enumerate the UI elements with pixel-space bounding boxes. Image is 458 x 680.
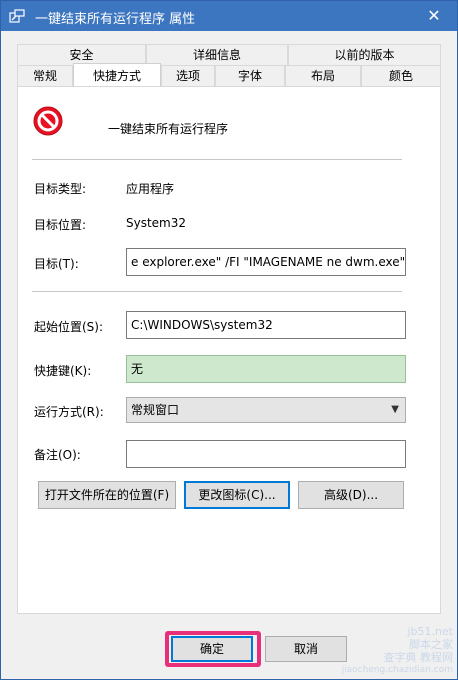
- tab-font[interactable]: 字体: [215, 65, 285, 86]
- window-title: 一键结束所有运行程序 属性: [35, 12, 196, 27]
- divider: [32, 159, 402, 160]
- close-button[interactable]: ✕: [417, 3, 451, 29]
- cancel-button[interactable]: 取消: [265, 636, 347, 662]
- properties-window: 一键结束所有运行程序 属性 ✕ 安全 详细信息 以前的版本 常规 快捷方式 选项…: [0, 0, 458, 680]
- target-type-value: 应用程序: [126, 182, 175, 196]
- title-bar[interactable]: 一键结束所有运行程序 属性 ✕: [1, 1, 457, 31]
- stop-icon: [33, 106, 63, 136]
- target-label: 目标(T):: [34, 257, 79, 271]
- change-icon-button[interactable]: 更改图标(C)...: [184, 481, 290, 509]
- watermark: jb51.net 脚本之家 查字典 教程网 jiaocheng.chazidia…: [342, 625, 453, 677]
- chevron-down-icon: ▼: [391, 404, 399, 415]
- highlight-box: [165, 631, 261, 667]
- tab-row-bottom: 常规 快捷方式 选项 字体 布局 颜色: [17, 63, 441, 86]
- hotkey-input[interactable]: 无: [126, 355, 406, 383]
- tab-details[interactable]: 详细信息: [146, 44, 288, 65]
- tab-colors[interactable]: 颜色: [361, 65, 441, 86]
- advanced-button[interactable]: 高级(D)...: [298, 481, 404, 509]
- tab-previous-versions[interactable]: 以前的版本: [288, 44, 441, 65]
- target-location-label: 目标位置:: [34, 218, 87, 232]
- tab-general[interactable]: 常规: [17, 65, 73, 86]
- tab-layout[interactable]: 布局: [285, 65, 361, 86]
- run-select-value: 常规窗口: [131, 403, 180, 417]
- hotkey-label: 快捷键(K):: [34, 364, 92, 378]
- start-in-label: 起始位置(S):: [34, 320, 104, 334]
- start-in-input[interactable]: C:\WINDOWS\system32: [126, 311, 406, 339]
- open-file-location-button[interactable]: 打开文件所在的位置(F): [38, 481, 176, 509]
- watermark-line: jiaocheng.chazidian.com: [341, 665, 453, 675]
- run-select[interactable]: 常规窗口 ▼: [126, 397, 406, 423]
- watermark-line: jb51.net: [407, 625, 453, 638]
- shortcut-panel: 一键结束所有运行程序 目标类型: 应用程序 目标位置: System32 目标(…: [17, 86, 441, 614]
- target-type-label: 目标类型:: [34, 182, 87, 196]
- target-location-value: System32: [126, 216, 187, 230]
- target-input[interactable]: e explorer.exe" /FI "IMAGENAME ne dwm.ex…: [126, 248, 406, 276]
- tab-options[interactable]: 选项: [161, 65, 215, 86]
- tab-security[interactable]: 安全: [17, 44, 146, 65]
- watermark-line: 脚本之家: [409, 638, 453, 651]
- shortcut-app-icon: [9, 9, 25, 23]
- tab-shortcut[interactable]: 快捷方式: [73, 63, 161, 86]
- comment-input[interactable]: [126, 440, 406, 468]
- comment-label: 备注(O):: [34, 448, 81, 462]
- divider: [32, 291, 402, 292]
- close-icon: ✕: [427, 6, 441, 25]
- run-label: 运行方式(R):: [34, 405, 104, 419]
- shortcut-name: 一键结束所有运行程序: [108, 122, 229, 136]
- tab-row-top: 安全 详细信息 以前的版本: [17, 44, 441, 65]
- watermark-line: 查字典 教程网: [383, 651, 454, 664]
